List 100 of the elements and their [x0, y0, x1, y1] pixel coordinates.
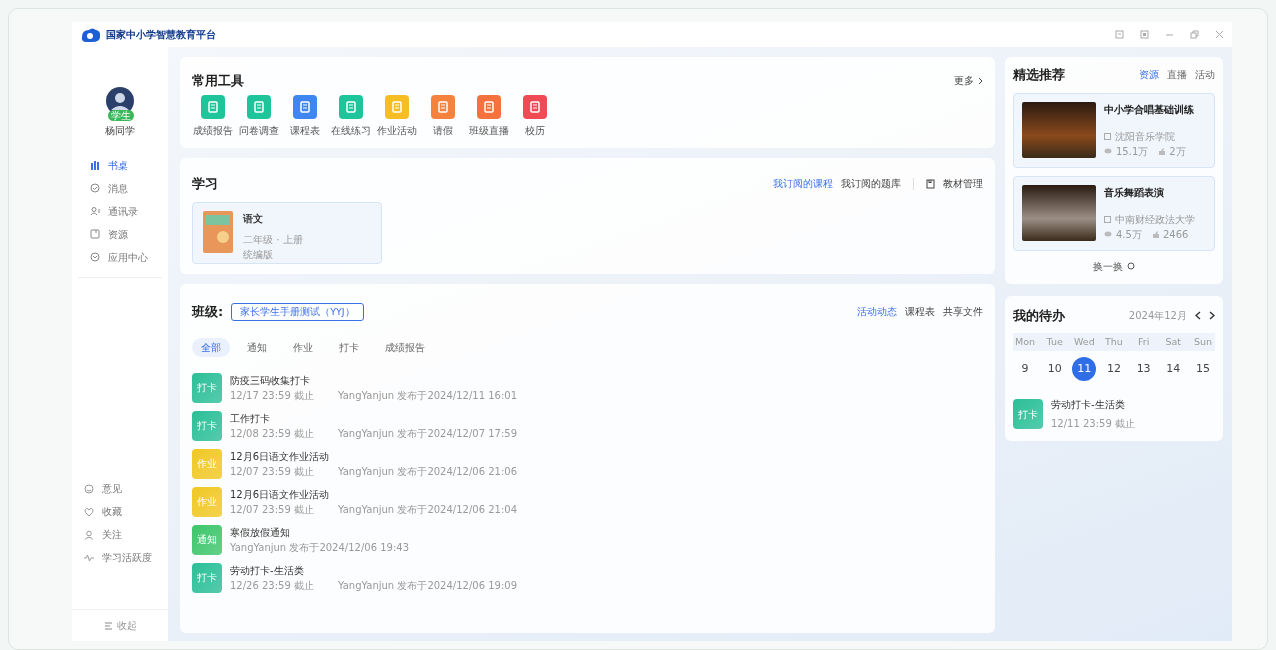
person-icon — [84, 529, 94, 540]
nav-item[interactable]: 消息 — [78, 177, 162, 200]
smile-icon — [84, 483, 94, 494]
section-title: 班级: — [192, 303, 224, 321]
tool-button[interactable]: 成绩报告 — [192, 94, 234, 138]
todo-title[interactable]: 劳动打卡-生活类 — [1051, 397, 1135, 412]
activity-title[interactable]: 12月6日语文作业活动 — [230, 486, 517, 502]
calendar-day[interactable]: 9 — [1013, 357, 1037, 381]
activity-tag: 通知 — [192, 524, 222, 555]
refresh-icon[interactable] — [1127, 262, 1135, 270]
activity-publisher: YangYanjun 发布于2024/12/07 17:59 — [338, 426, 517, 441]
recommendation-title: 音乐舞蹈表演 — [1104, 185, 1165, 200]
calendar-day[interactable]: 12 — [1101, 357, 1126, 381]
refresh-link[interactable]: 换一换 — [1093, 258, 1123, 274]
view-count: 4.5万 — [1116, 227, 1142, 242]
activity-title[interactable]: 工作打卡 — [230, 410, 517, 426]
weekday-label: Fri — [1137, 335, 1150, 349]
nav-item[interactable]: 意见 — [72, 477, 168, 500]
filter-tab[interactable]: 成绩报告 — [376, 337, 434, 357]
activity-tag: 打卡 — [1013, 399, 1043, 429]
tab[interactable]: 直播 — [1167, 67, 1187, 83]
textbook-manage-link[interactable]: 教材管理 — [943, 176, 983, 192]
nav-item[interactable]: 应用中心 — [78, 246, 162, 269]
recommendation-card[interactable]: 音乐舞蹈表演 中南财经政法大学 4.5万 2466 — [1013, 175, 1215, 251]
todo-deadline: 12/11 23:59 截止 — [1051, 417, 1135, 431]
chevron-right-icon — [978, 76, 983, 85]
activity-tag: 打卡 — [192, 410, 222, 441]
close-icon[interactable] — [1215, 30, 1224, 39]
more-link[interactable]: 更多 — [954, 73, 974, 88]
section-title: 常用工具 — [192, 72, 244, 90]
calendar-day[interactable]: 10 — [1042, 357, 1067, 381]
nav-item[interactable]: 资源 — [78, 223, 162, 246]
filter-tab[interactable]: 通知 — [238, 337, 276, 357]
tab[interactable]: 我订阅的题库 — [841, 176, 901, 192]
weekday-label: Mon — [1015, 335, 1035, 349]
tab[interactable]: 课程表 — [905, 304, 935, 320]
recommendation-card[interactable]: 中小学合唱基础训练 沈阳音乐学院 15.1万 2万 — [1013, 92, 1215, 168]
nav-item[interactable]: 收藏 — [72, 500, 168, 523]
contacts-icon — [90, 206, 100, 217]
tool-button[interactable]: 问卷调查 — [238, 94, 280, 138]
tab[interactable]: 资源 — [1139, 67, 1159, 83]
logo-icon — [80, 26, 102, 43]
nav-item[interactable]: 通讯录 — [78, 200, 162, 223]
tab[interactable]: 活动动态 — [857, 304, 897, 320]
like-count: 2466 — [1162, 227, 1189, 242]
tool-button[interactable]: 班级直播 — [468, 94, 510, 138]
tab[interactable]: 活动 — [1195, 67, 1215, 83]
activity-deadline: 12/07 23:59 截止 — [230, 502, 314, 517]
book-cover-drawing — [203, 210, 233, 253]
user-name: 杨同学 — [105, 124, 135, 138]
activity-title[interactable]: 12月6日语文作业活动 — [230, 448, 517, 464]
course-title: 语文 — [243, 211, 264, 226]
tab[interactable]: 我订阅的课程 — [773, 176, 833, 192]
chevron-right-icon[interactable] — [1209, 310, 1215, 320]
calendar-day[interactable]: 13 — [1131, 357, 1156, 381]
activity-title[interactable]: 防疫三码收集打卡 — [230, 372, 517, 388]
thumbs-up-icon — [1158, 147, 1166, 155]
weekday-label: Thu — [1105, 335, 1123, 349]
weekday-label: Sun — [1193, 335, 1212, 349]
activity-title[interactable]: 劳动打卡-生活类 — [230, 562, 517, 578]
tool-button[interactable]: 校历 — [514, 94, 556, 138]
weekday-label: Sat — [1165, 335, 1182, 349]
activity-tag: 作业 — [192, 486, 222, 517]
tool-button[interactable]: 请假 — [422, 94, 464, 138]
filter-tab[interactable]: 作业 — [284, 337, 322, 357]
window-icon[interactable] — [1140, 30, 1149, 39]
nav-item[interactable]: 书桌 — [78, 154, 162, 177]
restore-icon[interactable] — [1190, 30, 1199, 39]
view-count: 15.1万 — [1116, 144, 1149, 159]
nav-item[interactable]: 关注 — [72, 523, 168, 546]
activity-deadline: 12/26 23:59 截止 — [230, 578, 314, 593]
activity-publisher: YangYanjun 发布于2024/12/06 21:06 — [338, 464, 517, 479]
filter-tab[interactable]: 打卡 — [330, 337, 368, 357]
source-label: 中南财经政法大学 — [1115, 212, 1195, 227]
heart-icon — [84, 506, 94, 517]
activity-deadline: 12/17 23:59 截止 — [230, 388, 314, 403]
chevron-left-icon[interactable] — [1195, 310, 1201, 320]
activity-publisher: YangYanjun 发布于2024/12/06 21:04 — [338, 502, 517, 517]
calendar-day[interactable]: 11 — [1072, 357, 1097, 381]
tool-button[interactable]: 在线练习 — [330, 94, 372, 138]
like-count: 2万 — [1169, 144, 1186, 159]
nav-item[interactable]: 学习活跃度 — [72, 546, 168, 569]
weekday-label: Wed — [1073, 335, 1095, 349]
tab[interactable]: 共享文件 — [943, 304, 983, 320]
tool-button[interactable]: 课程表 — [284, 94, 326, 138]
eye-icon — [1104, 148, 1112, 154]
square-icon — [90, 229, 100, 240]
filter-tab[interactable]: 全部 — [192, 337, 230, 357]
collapse-icon[interactable] — [103, 621, 113, 630]
tool-button[interactable]: 作业活动 — [376, 94, 418, 138]
course-edition: 统编版 — [243, 247, 274, 262]
calendar-day[interactable]: 15 — [1190, 357, 1215, 381]
source-label: 沈阳音乐学院 — [1115, 129, 1175, 144]
pulse-icon — [84, 552, 94, 563]
activity-deadline: 12/08 23:59 截止 — [230, 426, 314, 441]
thumbs-up-icon — [1151, 230, 1159, 238]
class-selector[interactable]: 家长学生手册测试（YYJ） — [231, 302, 364, 321]
weekday-label: Tue — [1046, 335, 1063, 349]
calendar-day[interactable]: 14 — [1161, 357, 1186, 381]
activity-title[interactable]: 寒假放假通知 — [230, 524, 409, 540]
